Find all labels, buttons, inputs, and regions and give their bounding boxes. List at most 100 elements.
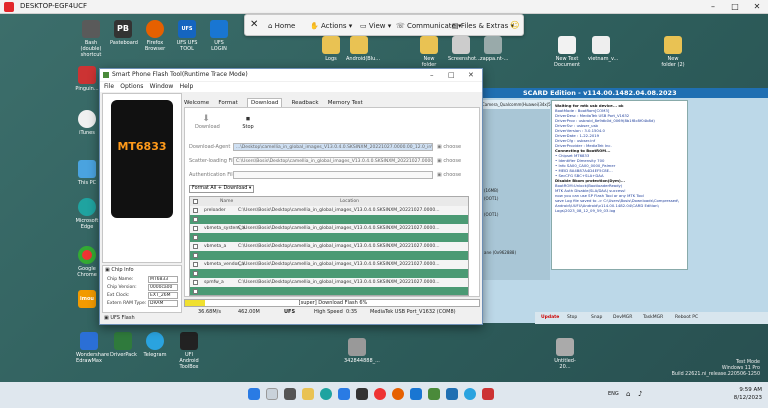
table-row[interactable] [190,251,468,260]
table-row[interactable] [190,233,468,242]
select-all-checkbox[interactable] [193,199,198,204]
desktop-icon-ufs-login[interactable]: UFS LOGIN [206,20,232,52]
download-button[interactable]: ⬇ Download [195,114,220,130]
desktop-icon-imou[interactable]: imou [74,290,100,310]
table-row[interactable]: vbmeta_system_a C:\Users\Bosis\Desktop\ca… [190,224,468,233]
desktop-icon-pasteboard[interactable]: PB Pasteboard [110,20,138,46]
desktop-icon-this-pc[interactable]: This PC [74,160,100,186]
partition-checkbox[interactable] [193,271,198,276]
partition-checkbox[interactable] [193,217,198,222]
desktop-icon-firefox[interactable]: Firefox Browser [142,20,168,52]
desktop-icon-bash[interactable]: Bash (double) shortcut [78,20,104,58]
tab-memory-test[interactable]: Memory Test [328,100,363,106]
desktop-icon-text-doc[interactable]: New Text Document [554,36,580,68]
terminal-icon[interactable] [356,388,368,400]
stop-button[interactable]: Stop [567,315,577,320]
partition-checkbox[interactable] [193,289,198,294]
desktop-icon-pinguin[interactable]: Pinguin... [74,66,100,92]
choose-da-button[interactable]: ▣ choose [437,144,461,150]
table-row[interactable]: spmfw_a C:\Users\Bosis\Desktop\camellia_i… [190,278,468,287]
sp-close-button[interactable]: ✕ [468,69,474,81]
table-row[interactable]: vbmeta_a C:\Users\Bosis\Desktop\camellia_… [190,242,468,251]
partition-checkbox[interactable] [193,208,198,213]
partition-checkbox[interactable] [193,262,198,267]
desktop-icon-new-folder-2[interactable]: New folder (2) [660,36,686,68]
table-row[interactable] [190,215,468,224]
telegram-taskbar-icon[interactable] [464,388,476,400]
desktop-icon-edge[interactable]: Microsoft Edge [74,198,100,230]
stop-button[interactable]: ⏹ Stop [237,114,259,130]
desktop-icon-edrawmax[interactable]: Wondershare EdrawMax [76,332,109,364]
tab-readback[interactable]: Readback [292,100,319,106]
choose-auth-button[interactable]: ▣ choose [437,172,461,178]
task-view-icon[interactable] [284,388,296,400]
desktop-icon-logs[interactable]: Logs [318,36,344,62]
partition-checkbox[interactable] [193,253,198,258]
partition-checkbox[interactable] [193,244,198,249]
menu-help[interactable]: Help [180,83,194,90]
partition-checkbox[interactable] [193,226,198,231]
table-row[interactable]: vbmeta_vendor_a C:\Users\Bosis\Desktop\ca… [190,260,468,269]
tab-welcome[interactable]: Welcome [184,100,209,106]
menu-file[interactable]: File [104,83,114,90]
desktop-icon-telegram[interactable]: Telegram [142,332,168,358]
close-session-icon[interactable]: ✕ [247,19,261,33]
minimize-button[interactable]: – [702,0,724,14]
network-icon[interactable]: ⌂ [626,390,630,398]
sp-minimize-button[interactable]: – [430,69,434,81]
home-button[interactable]: ⌂ Home [265,19,298,33]
partition-checkbox[interactable] [193,280,198,285]
store-icon[interactable] [338,388,350,400]
taskmgr-button[interactable]: TaskMGR [643,315,663,320]
format-mode-select[interactable]: Format All + Download ▾ [189,185,255,193]
desktop-icon-driverpack[interactable]: DriverPack [110,332,137,358]
table-row[interactable] [190,287,468,295]
desktop-icon-untitled[interactable]: Untitled-20... [552,338,578,370]
unlock-tool-taskbar-icon[interactable] [446,388,458,400]
maximize-button[interactable]: □ [724,0,746,14]
sp-flash-taskbar-icon[interactable] [428,388,440,400]
edge-taskbar-icon[interactable] [320,388,332,400]
table-row[interactable] [190,269,468,278]
scatter-field[interactable]: C:\Users\Bosis\Desktop\camellia_in_globa… [233,157,433,165]
desktop-icon-screenshot[interactable]: Screenshot... [448,36,481,62]
partition-location: C:\Users\Bosis\Desktop\camellia_in_globa… [238,262,440,267]
partition-checkbox[interactable] [193,235,198,240]
download-agent-field[interactable]: ...\Desktop\camellia_in_global_images_V1… [233,143,433,151]
view-menu[interactable]: ▭ View ▾ [357,19,394,33]
teamviewer-taskbar-icon[interactable] [410,388,422,400]
choose-scatter-button[interactable]: ▣ choose [437,158,461,164]
language-indicator[interactable]: ENG [608,391,619,397]
desktop-icon-zappa[interactable]: zappa.nt-... [480,36,508,62]
sp-maximize-button[interactable]: □ [448,69,455,81]
actions-menu[interactable]: ✋ Actions ▾ [307,19,355,33]
smiley-icon[interactable]: ☺ [507,19,522,33]
reboot-pc-button[interactable]: Reboot PC [675,315,698,320]
desktop-icon-chrome[interactable]: Google Chrome [74,246,100,278]
update-button[interactable]: Update [541,315,559,320]
table-row[interactable]: preloader C:\Users\Bosis\Desktop\camellia… [190,206,468,215]
app-taskbar-icon[interactable] [482,388,494,400]
start-icon[interactable] [248,388,260,400]
close-button[interactable]: ✕ [746,0,768,14]
file-explorer-icon[interactable] [302,388,314,400]
chrome-taskbar-icon[interactable] [374,388,386,400]
desktop-icon-itunes[interactable]: iTunes [74,110,100,136]
search-icon[interactable] [266,388,278,400]
desktop-icon-android[interactable]: Android(Blu... [346,36,380,62]
tab-format[interactable]: Format [218,100,237,106]
menu-options[interactable]: Options [120,83,143,90]
desktop-icon-new-folder[interactable]: New folder [416,36,442,68]
desktop-icon-vietnam[interactable]: vietnam_v... [588,36,618,62]
desktop-icon-image[interactable]: 342844888_... [344,338,380,364]
menu-window[interactable]: Window [150,83,174,90]
volume-icon[interactable]: ♪ [638,390,642,398]
clock[interactable]: 9:59 AM 8/12/2023 [734,386,762,402]
desktop-icon-ufi-toolbox[interactable]: UFI Android ToolBox [176,332,202,370]
devmgr-button[interactable]: DevMGR [613,315,632,320]
auth-field[interactable] [233,171,433,179]
snap-button[interactable]: Snap [591,315,602,320]
tab-download[interactable]: Download [247,98,283,107]
desktop-icon-ufs-tool[interactable]: UFS UFS UFS TOOL [174,20,200,52]
firefox-taskbar-icon[interactable] [392,388,404,400]
